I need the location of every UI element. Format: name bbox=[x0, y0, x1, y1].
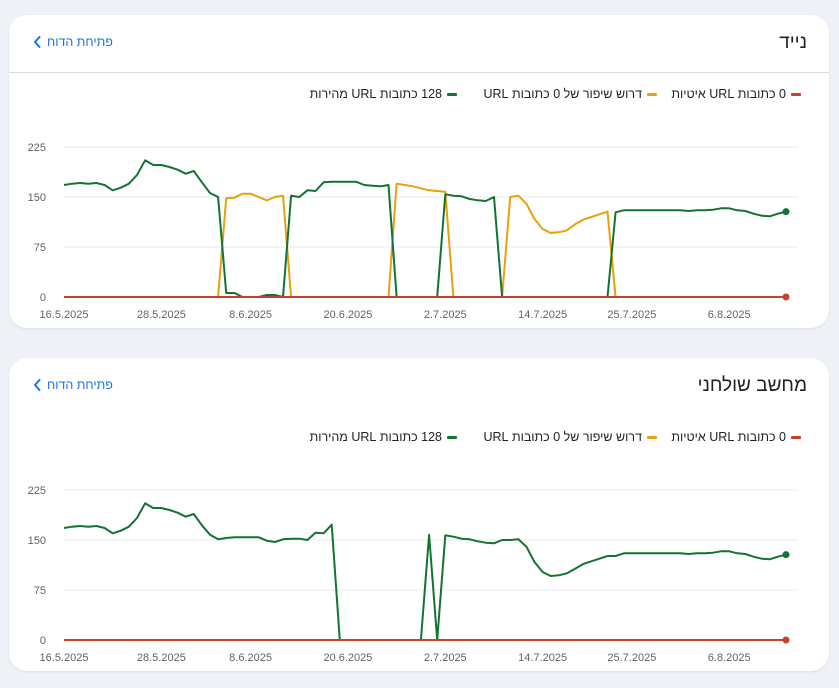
legend-swatch bbox=[791, 435, 801, 439]
mobile-card: נייד פתיחת הדוח 0 כתובות URL איטיות דרוש… bbox=[9, 15, 829, 328]
x-tick-label: 14.7.2025 bbox=[518, 309, 567, 320]
chart-legend: 0 כתובות URL איטיות דרוש שיפור של 0 כתוב… bbox=[9, 87, 829, 105]
x-tick-label: 20.6.2025 bbox=[323, 652, 372, 663]
chevron-left-icon bbox=[33, 36, 41, 48]
card-title: מחשב שולחני bbox=[697, 375, 807, 396]
x-tick-label: 16.5.2025 bbox=[40, 652, 89, 663]
legend-label: 0 כתובות URL איטיות bbox=[671, 87, 786, 101]
y-tick-label: 0 bbox=[40, 292, 46, 304]
series-end-point bbox=[782, 636, 790, 644]
legend-swatch bbox=[791, 92, 801, 96]
series-line bbox=[64, 182, 786, 298]
y-tick-label: 150 bbox=[28, 192, 46, 204]
series-line bbox=[63, 502, 787, 641]
mobile-line-chart: 0 75 150 225 16.5.2025 28.5.2025 8.6.2025 20.6.… bbox=[28, 142, 798, 320]
legend-label: 128 כתובות URL מהירות bbox=[309, 430, 442, 444]
series-line bbox=[63, 159, 787, 298]
card-header: מחשב שולחני פתיחת הדוח bbox=[9, 358, 829, 415]
x-tick-label: 2.7.2025 bbox=[424, 309, 467, 320]
y-tick-label: 150 bbox=[28, 535, 46, 547]
x-tick-label: 28.5.2025 bbox=[137, 309, 186, 320]
y-tick-label: 75 bbox=[34, 242, 46, 254]
y-tick-label: 225 bbox=[28, 142, 46, 154]
x-tick-label: 25.7.2025 bbox=[607, 309, 656, 320]
legend-label: דרוש שיפור של 0 כתובות URL bbox=[483, 430, 642, 444]
legend-label: 0 כתובות URL איטיות bbox=[671, 430, 786, 444]
legend-item-needs-improvement: דרוש שיפור של 0 כתובות URL bbox=[483, 430, 657, 444]
x-tick-label: 8.6.2025 bbox=[229, 652, 272, 663]
legend-swatch bbox=[447, 435, 457, 439]
card-title: נייד bbox=[779, 32, 807, 53]
legend-swatch bbox=[447, 92, 457, 96]
x-tick-label: 28.5.2025 bbox=[137, 652, 186, 663]
x-tick-label: 16.5.2025 bbox=[40, 309, 89, 320]
legend-item-needs-improvement: דרוש שיפור של 0 כתובות URL bbox=[483, 87, 657, 101]
header-divider bbox=[9, 72, 829, 73]
series-end-point bbox=[782, 551, 790, 559]
x-tick-label: 2.7.2025 bbox=[424, 652, 467, 663]
series-end-point bbox=[782, 293, 790, 301]
x-tick-label: 6.8.2025 bbox=[708, 309, 751, 320]
legend-item-fast: 128 כתובות URL מהירות bbox=[310, 87, 457, 101]
chart-legend: 0 כתובות URL איטיות דרוש שיפור של 0 כתוב… bbox=[9, 430, 829, 448]
x-tick-label: 8.6.2025 bbox=[229, 309, 272, 320]
y-tick-label: 75 bbox=[34, 585, 46, 597]
open-report-label: פתיחת הדוח bbox=[47, 35, 113, 49]
x-tick-label: 14.7.2025 bbox=[518, 652, 567, 663]
y-tick-label: 0 bbox=[40, 635, 46, 647]
x-tick-label: 25.7.2025 bbox=[607, 652, 656, 663]
legend-swatch bbox=[647, 435, 657, 439]
legend-item-slow: 0 כתובות URL איטיות bbox=[671, 87, 801, 101]
desktop-card: מחשב שולחני פתיחת הדוח 0 כתובות URL איטי… bbox=[9, 358, 829, 671]
legend-swatch bbox=[647, 92, 657, 96]
desktop-line-chart: 0 75 150 225 16.5.2025 28.5.2025 8.6.2025 20.6.… bbox=[28, 485, 798, 663]
legend-item-slow: 0 כתובות URL איטיות bbox=[671, 430, 801, 444]
legend-label: 128 כתובות URL מהירות bbox=[309, 87, 442, 101]
open-report-link[interactable]: פתיחת הדוח bbox=[33, 35, 113, 49]
card-header: נייד פתיחת הדוח bbox=[9, 15, 829, 72]
legend-item-fast: 128 כתובות URL מהירות bbox=[310, 430, 457, 444]
chevron-left-icon bbox=[33, 379, 41, 391]
open-report-link[interactable]: פתיחת הדוח bbox=[33, 378, 113, 392]
x-tick-label: 6.8.2025 bbox=[708, 652, 751, 663]
series-end-point bbox=[782, 208, 790, 216]
legend-label: דרוש שיפור של 0 כתובות URL bbox=[483, 87, 642, 101]
x-tick-label: 20.6.2025 bbox=[323, 309, 372, 320]
open-report-label: פתיחת הדוח bbox=[47, 378, 113, 392]
y-tick-label: 225 bbox=[28, 485, 46, 497]
